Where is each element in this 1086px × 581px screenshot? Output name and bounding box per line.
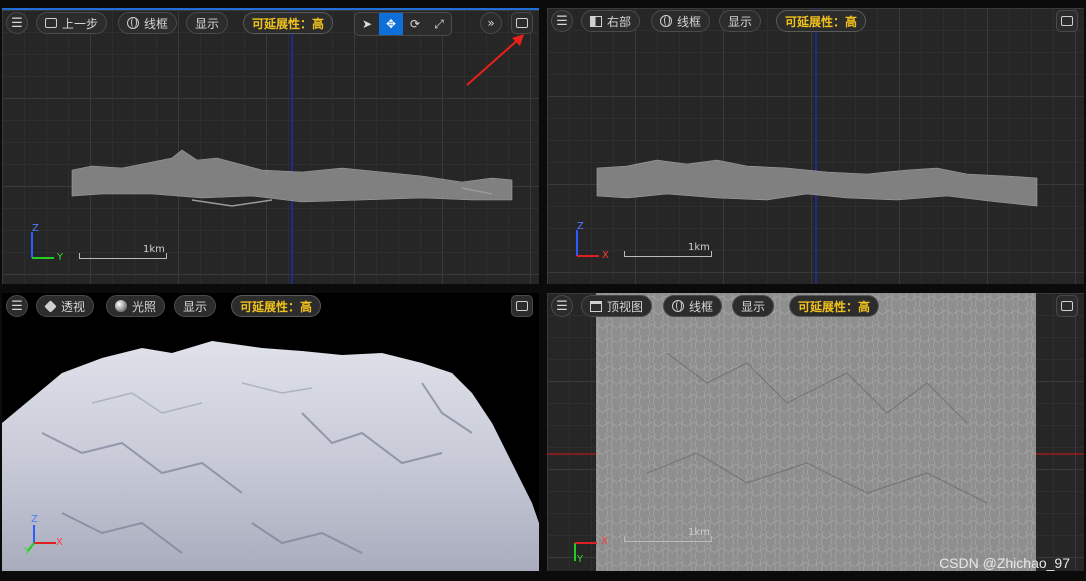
- scalability-label: 可延展性：高: [252, 16, 325, 31]
- scalability-label: 可延展性：高: [785, 14, 858, 29]
- terrain-render: [2, 341, 539, 571]
- show-label: 显示: [741, 299, 766, 314]
- hamburger-icon: ☰: [556, 298, 568, 314]
- terrain-wireframe-profile: [596, 159, 1038, 207]
- viewport-right[interactable]: ☰ 右部 线框 显示 可延展性：高 Z X 1km: [547, 8, 1084, 284]
- scalability-button[interactable]: 可延展性：高: [776, 10, 867, 32]
- maximize-icon: [516, 301, 528, 311]
- select-icon[interactable]: ➤: [355, 13, 379, 35]
- show-button[interactable]: 显示: [174, 295, 217, 317]
- show-button[interactable]: 显示: [732, 295, 775, 317]
- scalability-label: 可延展性：高: [240, 299, 313, 314]
- hamburger-icon: ☰: [556, 13, 568, 29]
- red-annotation-arrow: [466, 34, 524, 86]
- maximize-viewport-button[interactable]: [1056, 10, 1078, 32]
- scale-bar-label: 1km: [143, 244, 165, 255]
- sphere-icon: [115, 300, 127, 312]
- show-button[interactable]: 显示: [186, 12, 229, 34]
- view-mode-label: 顶视图: [607, 299, 644, 314]
- side-view-icon: [590, 15, 602, 27]
- viewport-menu-button[interactable]: ☰: [551, 10, 573, 32]
- axis-label-vertical: Z: [31, 514, 38, 525]
- maximize-viewport-button[interactable]: [1056, 295, 1078, 317]
- scale-bar-label: 1km: [688, 242, 710, 253]
- view-mode-button[interactable]: 透视: [36, 295, 95, 317]
- viewport-menu-button[interactable]: ☰: [551, 295, 573, 317]
- axis-label-vertical: Y: [577, 554, 584, 565]
- show-label: 显示: [728, 14, 753, 29]
- wireframe-button[interactable]: 线框: [118, 12, 178, 34]
- axis-label-vertical: Z: [577, 221, 584, 232]
- axis-label-depth: Y: [24, 546, 31, 557]
- view-mode-button[interactable]: 上一步: [36, 12, 108, 34]
- axis-label-horizontal: Y: [57, 252, 64, 263]
- top-view-icon: [590, 300, 602, 312]
- viewport-menu-button[interactable]: ☰: [6, 295, 28, 317]
- hamburger-icon: ☰: [11, 298, 23, 314]
- wireframe-label: 线框: [677, 14, 702, 29]
- scalability-label: 可延展性：高: [798, 299, 871, 314]
- viewport-menu-button[interactable]: ☰: [6, 12, 28, 34]
- lighting-button[interactable]: 光照: [106, 295, 166, 317]
- cube-icon: [44, 299, 57, 313]
- double-chevron-icon: »: [487, 16, 495, 30]
- viewport-top-canvas: [547, 293, 1084, 571]
- show-label: 显示: [195, 16, 220, 31]
- scalability-button[interactable]: 可延展性：高: [231, 295, 322, 317]
- terrain-top-wireframe: [596, 293, 1036, 571]
- viewport-right-canvas: [596, 8, 1038, 284]
- wireframe-button[interactable]: 线框: [663, 295, 723, 317]
- maximize-viewport-button[interactable]: [511, 295, 533, 317]
- show-button[interactable]: 显示: [719, 10, 762, 32]
- view-box-icon: [45, 18, 57, 28]
- globe-icon: [127, 17, 139, 29]
- view-mode-label: 上一步: [62, 16, 99, 31]
- view-mode-label: 透视: [61, 299, 86, 314]
- globe-icon: [660, 15, 672, 27]
- lighting-label: 光照: [132, 299, 157, 314]
- maximize-icon: [1061, 301, 1073, 311]
- globe-icon: [672, 300, 684, 312]
- maximize-icon: [1061, 16, 1073, 26]
- scale-icon[interactable]: ⤢: [427, 13, 451, 35]
- move-icon[interactable]: ✥: [379, 13, 403, 35]
- maximize-icon: [516, 18, 528, 28]
- scalability-button[interactable]: 可延展性：高: [243, 12, 334, 34]
- show-label: 显示: [183, 299, 208, 314]
- view-mode-label: 右部: [607, 14, 632, 29]
- view-mode-button[interactable]: 顶视图: [581, 295, 653, 317]
- scale-bar-label: 1km: [688, 527, 710, 538]
- wireframe-label: 线框: [689, 299, 714, 314]
- axis-label-vertical: Z: [32, 223, 39, 234]
- scalability-button[interactable]: 可延展性：高: [789, 295, 880, 317]
- transform-tools-group: ➤ ✥ ⟳ ⤢: [354, 12, 452, 36]
- viewport-front-canvas: [71, 10, 513, 284]
- viewport-top[interactable]: ☰ 顶视图 线框 显示 可延展性：高 Y X 1km: [547, 293, 1084, 571]
- axis-label-horizontal: X: [56, 537, 63, 548]
- viewport-perspective[interactable]: ☰ 透视 光照 显示 可延展性：高 Z X Y: [2, 293, 539, 571]
- wireframe-button[interactable]: 线框: [651, 10, 711, 32]
- axis-label-horizontal: X: [601, 536, 608, 547]
- axis-label-horizontal: X: [602, 250, 609, 261]
- view-mode-button[interactable]: 右部: [581, 10, 641, 32]
- rotate-icon[interactable]: ⟳: [403, 13, 427, 35]
- watermark: CSDN @Zhichao_97: [939, 555, 1070, 571]
- viewport-front[interactable]: ☰ 上一步 线框 显示 可延展性：高 ➤ ✥ ⟳ ⤢ » Z Y 1km: [2, 8, 539, 284]
- hamburger-icon: ☰: [11, 15, 23, 31]
- wireframe-label: 线框: [144, 16, 169, 31]
